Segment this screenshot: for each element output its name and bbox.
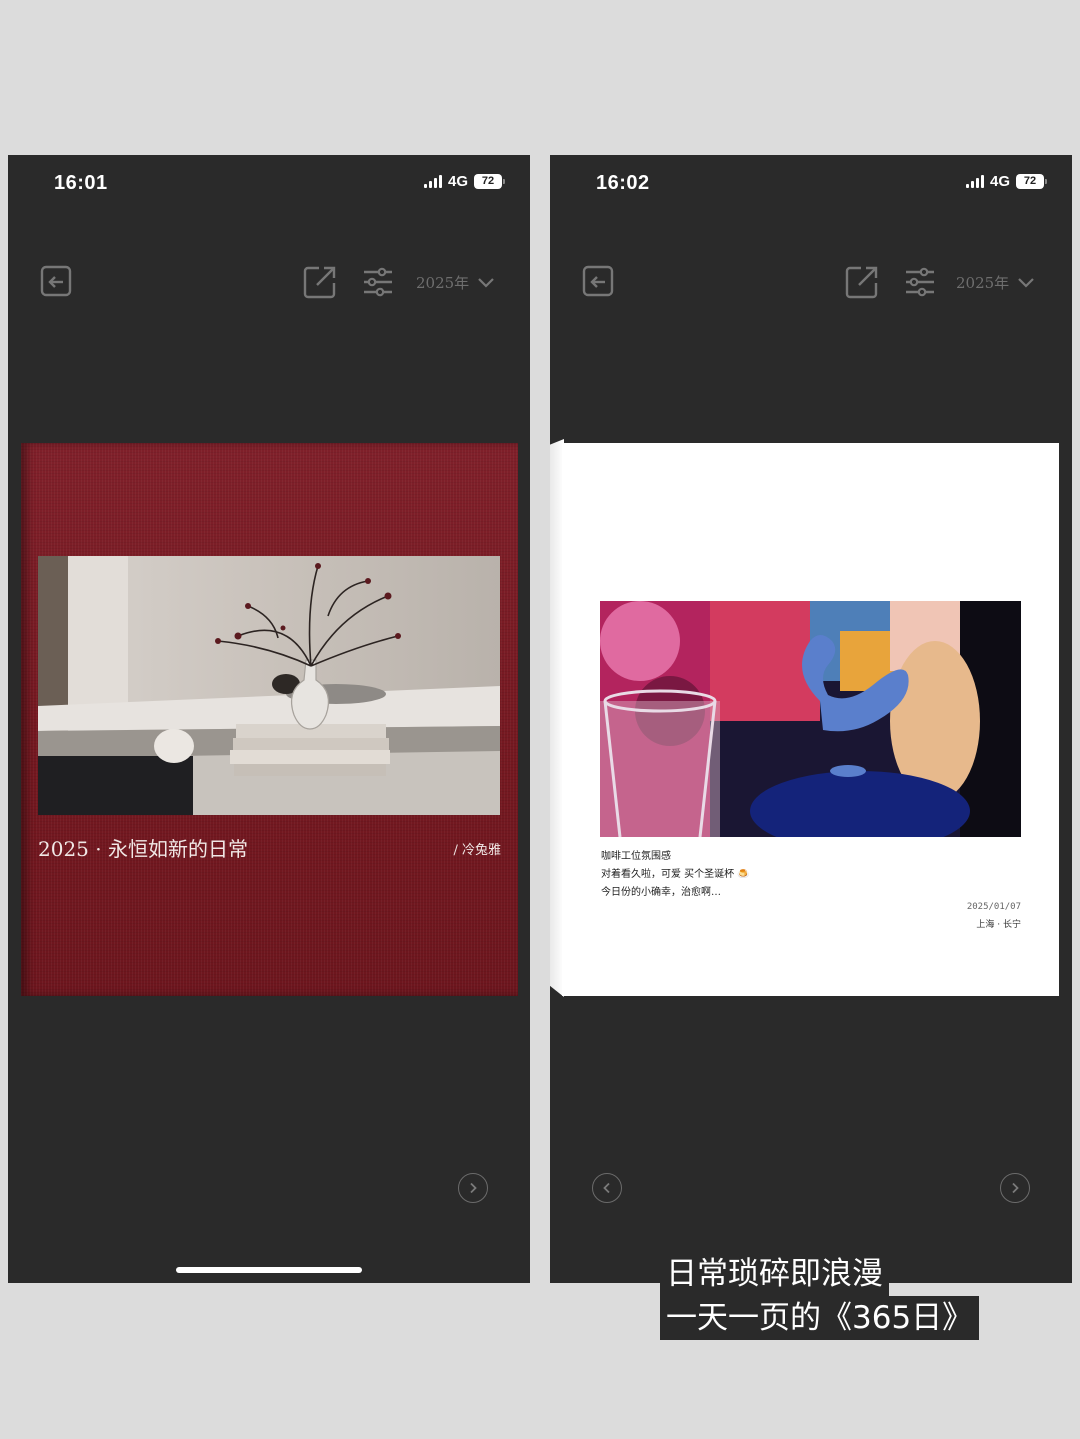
status-indicators: 4G 72 [965,173,1047,190]
network-type: 4G [447,173,468,190]
cover-author: / 冷兔雅 [453,843,501,858]
exit-icon[interactable] [582,265,616,299]
caption-line-2: 一天一页的《365日》 [660,1296,980,1340]
status-time: 16:01 [54,172,108,194]
phone-screen-left: 16:01 4G 72 2025年 2025 · 永恒如新的日常 / 冷兔雅 [8,155,530,1283]
share-icon[interactable] [845,265,879,299]
next-page-button[interactable] [1000,1173,1030,1203]
settings-sliders-icon[interactable] [361,265,395,299]
caption-line-1: 日常琐碎即浪漫 [660,1252,889,1296]
battery-level: 72 [1023,175,1037,187]
year-label: 2025年 [416,274,470,292]
cover-photo [38,556,500,815]
cover-title: 2025 · 永恒如新的日常 [38,837,248,861]
chevron-right-icon [1012,1182,1019,1194]
note-line: 今日份的小确幸，治愈啊… [601,887,721,898]
note-line: 咖啡工位氛围感 [601,851,671,862]
page-location: 上海 · 长宁 [976,920,1021,930]
signal-icon [965,175,984,188]
settings-sliders-icon[interactable] [903,265,937,299]
status-time: 16:02 [596,172,650,194]
battery-icon: 72 [474,174,505,189]
page-notes: 咖啡工位氛围感 对着看久啦，可爱 买个圣诞杯 🍮 今日份的小确幸，治愈啊… [601,848,750,902]
page-photo [600,601,1021,837]
network-type: 4G [989,173,1010,190]
toolbar: 2025年 [8,265,530,301]
signal-icon [423,175,442,188]
chevron-down-icon [1018,277,1034,288]
home-indicator[interactable] [176,1267,362,1273]
year-label: 2025年 [956,274,1010,292]
status-indicators: 4G 72 [423,173,505,190]
phone-screen-right: 16:02 4G 72 2025年 咖啡工位氛围感 对着看久啦，可爱 买个圣诞杯… [550,155,1072,1283]
album-cover[interactable]: 2025 · 永恒如新的日常 / 冷兔雅 [21,443,518,996]
next-page-button[interactable] [458,1173,488,1203]
journal-page[interactable]: 咖啡工位氛围感 对着看久啦，可爱 买个圣诞杯 🍮 今日份的小确幸，治愈啊… 20… [562,443,1059,996]
exit-icon[interactable] [40,265,74,299]
share-icon[interactable] [303,265,337,299]
toolbar: 2025年 [550,265,1072,301]
note-line: 对着看久啦，可爱 买个圣诞杯 🍮 [601,869,750,880]
prev-page-button[interactable] [592,1173,622,1203]
battery-level: 72 [481,175,495,187]
year-dropdown[interactable]: 2025年 [416,272,495,293]
battery-icon: 72 [1016,174,1047,189]
year-dropdown[interactable]: 2025年 [956,272,1035,293]
chevron-right-icon [470,1182,477,1194]
chevron-down-icon [478,277,494,288]
page-date: 2025/01/07 [966,902,1021,912]
chevron-left-icon [603,1182,610,1194]
caption-overlay: 日常琐碎即浪漫 一天一页的《365日》 [660,1252,980,1340]
